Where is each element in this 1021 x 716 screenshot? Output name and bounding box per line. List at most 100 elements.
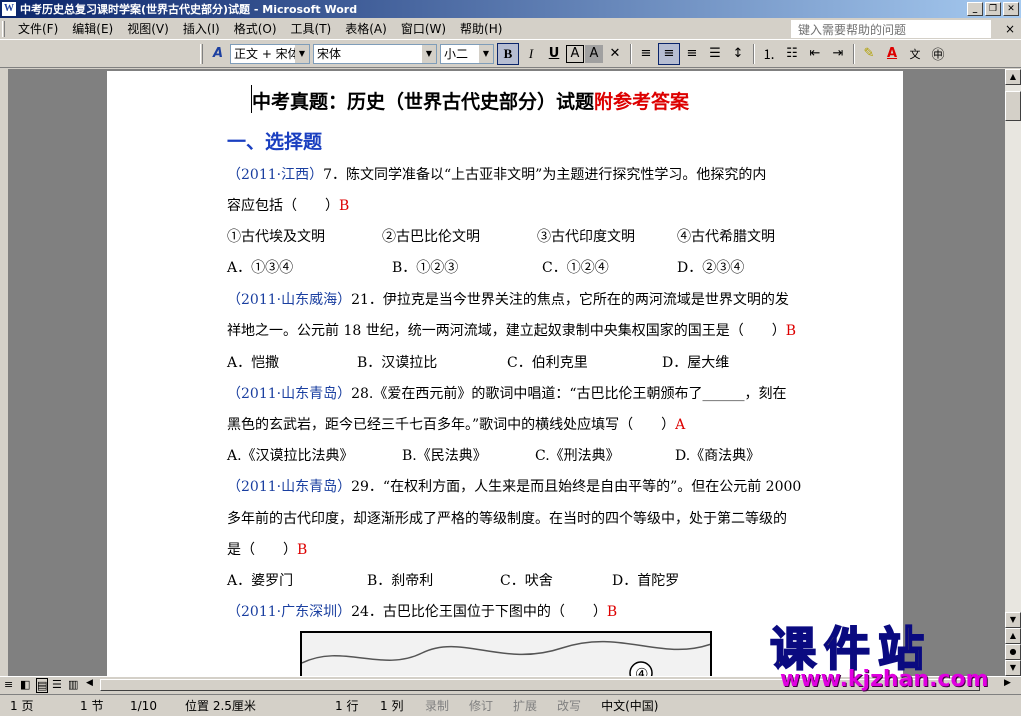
status-page: 1 页 (10, 699, 34, 713)
enclose-characters-icon[interactable]: ㊥ (927, 43, 949, 65)
choice-line[interactable]: A．婆罗门 B．刹帝利 C．吠舍 D．首陀罗 (227, 572, 679, 590)
align-right-icon[interactable]: ≡ (681, 43, 703, 65)
menu-grip[interactable] (2, 20, 5, 37)
choice-line[interactable]: A．恺撒 B．汉谟拉比 C．伯利克里 D．屋大维 (227, 354, 729, 372)
question-line[interactable]: 容应包括（ ）B (227, 197, 349, 215)
font-size-select[interactable]: 小二 ▼ (440, 43, 494, 64)
question-text: 28.《爱在西元前》的歌词中唱道：“古巴比伦王朝颁布了______，刻在 (351, 386, 787, 402)
question-text: 是（ ） (227, 542, 297, 558)
align-justify-icon[interactable]: ≡ (635, 43, 657, 65)
reading-view-icon[interactable]: ▥ (68, 678, 78, 691)
choice-item: B.《民法典》 (402, 448, 487, 464)
title-tail: 附参考答案 (594, 91, 690, 113)
question-text: 29．“在权利方面，人生来是而且始终是自由平等的”。但在公元前 2000 (351, 479, 802, 495)
title-main: 中考真题：历史（世界古代史部分）试题 (252, 91, 595, 113)
choice-line[interactable]: A．①③④ B．①②③ C．①②④ D．②③④ (227, 259, 744, 277)
question-line[interactable]: （2011·山东青岛）28.《爱在西元前》的歌词中唱道：“古巴比伦王朝颁布了__… (227, 385, 787, 403)
close-button[interactable]: ✕ (1003, 2, 1019, 16)
option-item: ①古代埃及文明 (227, 229, 325, 245)
underline-button[interactable]: U (543, 43, 565, 65)
question-line[interactable]: （2011·山东威海）21．伊拉克是当今世界关注的焦点，它所在的两河流域是世界文… (227, 291, 789, 309)
question-line[interactable]: 黑色的玄武岩，距今已经三千七百多年。”歌词中的横线处应填写（ ）A (227, 416, 685, 434)
answer-mark: B (339, 198, 350, 214)
choice-item: B．汉谟拉比 (357, 355, 438, 371)
status-track-changes[interactable]: 修订 (459, 697, 503, 714)
question-text: 容应包括（ ） (227, 198, 339, 214)
restore-button[interactable]: ❐ (985, 2, 1001, 16)
scroll-thumb[interactable] (1005, 91, 1021, 121)
menu-help[interactable]: 帮助(H) (453, 20, 509, 37)
choice-line[interactable]: A.《汉谟拉比法典》 B.《民法典》 C.《刑法典》 D.《商法典》 (227, 447, 760, 465)
web-view-icon[interactable]: ◧ (20, 678, 30, 691)
menu-table[interactable]: 表格(A) (338, 20, 394, 37)
status-column: 1 列 (380, 699, 404, 713)
question-text: 黑色的玄武岩，距今已经三千七百多年。”歌词中的横线处应填写（ ） (227, 417, 676, 433)
question-text: 多年前的古代印度，却逐渐形成了严格的等级制度。在当时的四个等级中，处于第二等级的 (227, 511, 787, 527)
print-view-icon[interactable]: ▤ (36, 678, 49, 693)
status-overtype[interactable]: 改写 (547, 697, 591, 714)
line-spacing-icon[interactable]: ↕ (727, 43, 749, 65)
italic-button[interactable]: I (520, 43, 542, 65)
doc-close-icon[interactable]: × (1005, 22, 1015, 36)
choice-item: C．①②④ (542, 260, 609, 276)
chevron-down-icon[interactable]: ▼ (422, 44, 436, 63)
scroll-up-icon[interactable]: ▲ (1005, 69, 1021, 85)
increase-indent-icon[interactable]: ⇥ (827, 43, 849, 65)
menu-file[interactable]: 文件(F) (11, 20, 65, 37)
word-app-icon[interactable]: W (2, 2, 16, 16)
menu-edit[interactable]: 编辑(E) (65, 20, 120, 37)
status-record[interactable]: 录制 (415, 697, 459, 714)
align-center-icon[interactable]: ≡ (658, 42, 680, 65)
font-select[interactable]: 宋体 ▼ (313, 43, 437, 64)
menu-format[interactable]: 格式(O) (227, 20, 284, 37)
question-line[interactable]: 祥地之一。公元前 18 世纪，统一两河流域，建立起奴隶制中央集权国家的国王是（ … (227, 322, 796, 340)
minimize-button[interactable]: _ (967, 2, 983, 16)
status-extend[interactable]: 扩展 (503, 697, 547, 714)
toolbar-grip[interactable] (200, 43, 203, 64)
chevron-down-icon[interactable]: ▼ (479, 44, 493, 63)
decrease-indent-icon[interactable]: ⇤ (804, 43, 826, 65)
status-language[interactable]: 中文(中国) (591, 697, 668, 714)
question-line[interactable]: 多年前的古代印度，却逐渐形成了严格的等级制度。在当时的四个等级中，处于第二等级的 (227, 510, 787, 528)
option-line[interactable]: ①古代埃及文明 ②古巴比伦文明 ③古代印度文明 ④古代希腊文明 (227, 228, 775, 246)
title-bar: W 中考历史总复习课时学案(世界古代史部分)试题 - Microsoft Wor… (0, 0, 1021, 18)
question-line[interactable]: （2011·山东青岛）29．“在权利方面，人生来是而且始终是自由平等的”。但在公… (227, 478, 801, 496)
font-color-button[interactable]: A (881, 43, 903, 65)
question-text: 祥地之一。公元前 18 世纪，统一两河流域，建立起奴隶制中央集权国家的国王是（ … (227, 323, 786, 339)
menu-tools[interactable]: 工具(T) (284, 20, 339, 37)
map-label-4: ④ (635, 665, 648, 676)
question-line[interactable]: （2011·江西）7．陈文同学准备以“上古亚非文明”为主题进行探究性学习。他探究… (227, 166, 766, 184)
question-line[interactable]: 是（ ）B (227, 541, 307, 559)
chevron-down-icon[interactable]: ▼ (295, 44, 309, 63)
menu-view[interactable]: 视图(V) (120, 20, 176, 37)
question-line[interactable]: （2011·广东深圳）24．古巴比伦王国位于下图中的（ ）B (227, 603, 617, 621)
distributed-align-icon[interactable]: ☰ (704, 43, 726, 65)
styles-pane-icon[interactable]: A (207, 43, 229, 65)
toolbar-separator (853, 43, 855, 64)
enclose-char-icon[interactable]: ✕ (604, 43, 626, 65)
numbering-icon[interactable]: ⒈ (758, 43, 780, 65)
section-heading[interactable]: 一、选择题 (227, 127, 322, 154)
vertical-ruler (0, 69, 8, 676)
scroll-left-icon[interactable]: ◀ (86, 678, 93, 688)
bullets-icon[interactable]: ☷ (781, 43, 803, 65)
char-shading-button[interactable]: A (585, 44, 603, 63)
map-image[interactable]: ④ (300, 631, 712, 676)
question-source: （2011·山东青岛） (227, 386, 352, 402)
choice-item: C．伯利克里 (507, 355, 588, 371)
help-search-input[interactable]: 键入需要帮助的问题 (791, 20, 991, 38)
document-page[interactable]: 中考真题：历史（世界古代史部分）试题附参考答案 一、选择题 （2011·江西）7… (107, 71, 903, 676)
bold-button[interactable]: B (497, 42, 519, 65)
formatting-toolbar: A 正文 + 宋体 ▼ 宋体 ▼ 小二 ▼ B I U A A ✕ ≡ ≡ ≡ ☰ ↕… (0, 40, 1021, 68)
menu-insert[interactable]: 插入(I) (176, 20, 227, 37)
phonetic-guide-button[interactable]: 文 (904, 43, 926, 65)
menu-window[interactable]: 窗口(W) (394, 20, 453, 37)
highlight-icon[interactable]: ✎ (858, 43, 880, 65)
normal-view-icon[interactable]: ≡ (4, 678, 13, 691)
outline-view-icon[interactable]: ☰ (52, 678, 62, 691)
vertical-scrollbar[interactable]: ▲ ▼ ▲ ● ▼ (1005, 69, 1021, 676)
document-title[interactable]: 中考真题：历史（世界古代史部分）试题附参考答案 (252, 87, 689, 114)
char-border-button[interactable]: A (566, 44, 584, 63)
style-select[interactable]: 正文 + 宋体 ▼ (230, 43, 310, 64)
question-text: 24．古巴比伦王国位于下图中的（ ） (351, 604, 607, 620)
